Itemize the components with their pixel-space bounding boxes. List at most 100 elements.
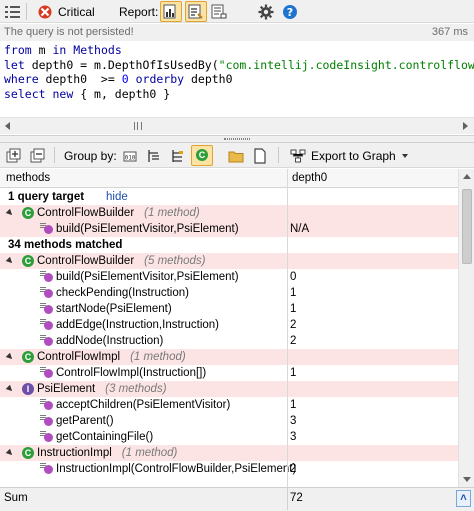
method-cell: addEdge(Instruction,Instruction) xyxy=(40,317,219,333)
method-cell: startNode(PsiElement) xyxy=(40,301,172,317)
scroll-down-icon[interactable] xyxy=(463,477,471,482)
method-count: (1 method) xyxy=(144,207,200,219)
group-by-file-button[interactable] xyxy=(252,144,268,167)
type-name: ControlFlowImpl xyxy=(37,351,121,363)
method-name: acceptChildren(PsiElementVisitor) xyxy=(56,399,231,411)
query-status-message: The query is not persisted! xyxy=(4,26,134,38)
interface-icon: I xyxy=(22,383,34,395)
section-row[interactable]: 1 query target hide xyxy=(0,189,458,205)
scroll-left-icon[interactable] xyxy=(5,122,10,130)
results-table-body: 1 query target hide C ControlFlowBuilder (1 … xyxy=(0,189,458,487)
section-title: 1 query target xyxy=(8,191,85,203)
query-keyword: from xyxy=(4,43,32,57)
class-icon: C xyxy=(22,351,34,363)
type-cell: C ControlFlowBuilder (5 methods) xyxy=(22,253,206,269)
depth-value: 2 xyxy=(290,335,297,347)
method-row[interactable]: acceptChildren(PsiElementVisitor) 1 xyxy=(0,397,458,413)
method-row[interactable]: getParent() 3 xyxy=(0,413,458,429)
group-by-type-button[interactable] xyxy=(170,144,186,167)
column-header-methods[interactable]: methods xyxy=(6,172,50,184)
collapse-all-button[interactable] xyxy=(30,144,46,167)
scroll-grip-icon[interactable] xyxy=(134,122,142,130)
method-row[interactable]: startNode(PsiElement) 1 xyxy=(0,301,458,317)
results-footer: Sum 72 ˄ xyxy=(0,487,474,511)
report-table-button[interactable] xyxy=(160,1,182,22)
group-by-assembly-button[interactable]: 010 xyxy=(122,144,138,167)
depth-value: 0 xyxy=(290,271,297,283)
depth-value: 1 xyxy=(290,287,297,299)
namespace-icon xyxy=(148,149,159,162)
splitter-grip-icon[interactable] xyxy=(224,138,250,140)
method-name: ControlFlowImpl(Instruction[]) xyxy=(56,367,207,379)
expand-triangle-icon[interactable] xyxy=(5,384,15,394)
method-name: build(PsiElementVisitor,PsiElement) xyxy=(56,271,239,283)
query-editor[interactable]: from m in Methods let depth0 = m.DepthOfI… xyxy=(0,42,474,117)
method-row[interactable]: build(PsiElementVisitor,PsiElement) N/A xyxy=(0,221,458,237)
panel-splitter[interactable] xyxy=(0,135,474,143)
scroll-thumb[interactable] xyxy=(462,189,472,264)
group-by-folder-button[interactable] xyxy=(228,144,244,167)
method-row[interactable]: checkPending(Instruction) 1 xyxy=(0,285,458,301)
svg-text:010: 010 xyxy=(125,154,136,161)
expand-triangle-icon[interactable] xyxy=(5,208,15,218)
method-row[interactable]: addEdge(Instruction,Instruction) 2 xyxy=(0,317,458,333)
editor-horizontal-scrollbar[interactable] xyxy=(0,117,474,134)
method-row[interactable]: getContainingFile() 3 xyxy=(0,429,458,445)
group-by-namespace-button[interactable] xyxy=(146,144,162,167)
main-toolbar: Critical Report: ? xyxy=(0,0,474,23)
method-cell: getContainingFile() xyxy=(40,429,153,445)
method-cell: getParent() xyxy=(40,413,114,429)
chevron-down-icon[interactable] xyxy=(401,153,408,158)
method-row[interactable]: ControlFlowImpl(Instruction[]) 1 xyxy=(0,365,458,381)
method-cell: InstructionImpl(ControlFlowBuilder,PsiEl… xyxy=(40,461,296,477)
settings-button[interactable] xyxy=(258,0,274,23)
report-export-button[interactable] xyxy=(210,0,228,23)
report-label: Report: xyxy=(119,0,158,23)
expand-all-icon xyxy=(6,148,21,162)
expand-triangle-icon[interactable] xyxy=(5,352,15,362)
query-keyword: orderby xyxy=(135,72,185,86)
method-row[interactable]: build(PsiElementVisitor,PsiElement) 0 xyxy=(0,269,458,285)
type-row[interactable]: C ControlFlowBuilder (1 method) xyxy=(0,205,458,221)
method-icon xyxy=(40,303,54,315)
collapse-all-icon xyxy=(30,148,45,162)
method-cell: build(PsiElementVisitor,PsiElement) xyxy=(40,221,239,237)
type-name: ControlFlowBuilder xyxy=(37,255,135,267)
results-vertical-scrollbar[interactable] xyxy=(458,169,474,487)
method-row[interactable]: addNode(Instruction) 2 xyxy=(0,333,458,349)
group-by-method-button[interactable]: C xyxy=(191,144,213,166)
help-button[interactable]: ? xyxy=(282,0,298,23)
export-to-graph-button[interactable]: Export to Graph xyxy=(290,144,408,167)
query-line[interactable]: from m in Methods xyxy=(4,43,474,58)
method-icon xyxy=(40,223,54,235)
expand-all-button[interactable] xyxy=(6,144,22,167)
query-text: depth0 = m.DepthOfIsUsedBy( xyxy=(24,57,219,72)
query-line[interactable]: where depth0 >= 0 orderby depth0 xyxy=(4,72,474,87)
scroll-up-icon[interactable] xyxy=(463,174,471,179)
list-icon[interactable] xyxy=(4,0,22,23)
method-name: startNode(PsiElement) xyxy=(56,303,172,315)
type-row[interactable]: C ControlFlowImpl (1 method) xyxy=(0,349,458,365)
method-name: addEdge(Instruction,Instruction) xyxy=(56,319,220,331)
help-icon: ? xyxy=(283,4,297,19)
section-row[interactable]: 34 methods matched xyxy=(0,237,458,253)
query-line[interactable]: let depth0 = m.DepthOfIsUsedBy("com.inte… xyxy=(4,58,474,73)
type-row[interactable]: C ControlFlowBuilder (5 methods) xyxy=(0,253,458,269)
query-code[interactable]: from m in Methods let depth0 = m.DepthOfI… xyxy=(4,43,474,101)
method-row[interactable]: InstructionImpl(ControlFlowBuilder,PsiEl… xyxy=(0,461,458,477)
scroll-right-icon[interactable] xyxy=(463,122,468,130)
expand-triangle-icon[interactable] xyxy=(5,448,15,458)
report-graph-button[interactable] xyxy=(185,1,207,22)
type-row[interactable]: C InstructionImpl (1 method) xyxy=(0,445,458,461)
severity-critical-button[interactable]: Critical xyxy=(36,0,95,23)
collapse-panel-button[interactable]: ˄ xyxy=(456,490,471,507)
column-header-depth0[interactable]: depth0 xyxy=(292,172,327,184)
column-divider[interactable] xyxy=(287,169,288,487)
expand-triangle-icon[interactable] xyxy=(5,256,15,266)
query-string: "com.intellij.codeInsight.controlflow xyxy=(218,57,474,72)
depth-value: 1 xyxy=(290,367,297,379)
hide-link[interactable]: hide xyxy=(106,189,128,205)
type-row[interactable]: I PsiElement (3 methods) xyxy=(0,381,458,397)
query-line[interactable]: select new { m, depth0 } xyxy=(4,87,474,102)
toolbar-separator xyxy=(54,147,55,163)
